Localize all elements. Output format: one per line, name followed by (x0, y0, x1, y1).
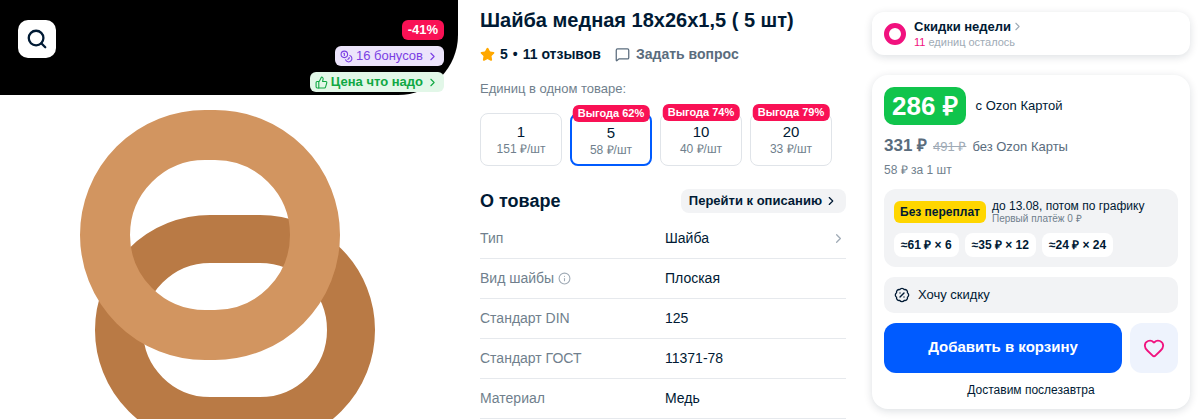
about-title: О товаре (480, 188, 560, 215)
product-image[interactable]: -41% 16 бонусов Цена что надо (0, 0, 458, 419)
regular-price-row: 331 ₽ 491 ₽ без Ozon Карты (884, 133, 1178, 159)
spec-label: Стандарт DIN (480, 308, 665, 329)
quantity-option[interactable]: 1151 ₽/шт (480, 113, 562, 166)
installment-plan[interactable]: ≈61 ₽ × 6 (894, 233, 959, 257)
quantity-option[interactable]: Выгода 62%558 ₽/шт (570, 113, 652, 166)
installment-text: до 13.08, потом по графику (992, 199, 1144, 213)
spec-row: Стандарт ГОСТ11371-78 (480, 339, 846, 379)
option-count: 5 (572, 124, 650, 142)
wish-discount[interactable]: Хочу скидку (884, 277, 1178, 313)
installment-badge: Без переплат (894, 201, 986, 223)
bonus-badge[interactable]: 16 бонусов (335, 46, 444, 66)
installment-box[interactable]: Без переплат до 13.08, потом по графикуПе… (884, 189, 1178, 267)
spec-value: Медь (665, 388, 846, 409)
spec-value: Плоская (665, 268, 846, 289)
quantity-option[interactable]: Выгода 74%1040 ₽/шт (660, 113, 742, 166)
about-header: О товаре Перейти к описанию (480, 188, 846, 215)
chevron-icon (824, 194, 838, 208)
promo-ring-icon (884, 23, 906, 45)
spec-list: ТипШайбаВид шайбыПлоскаяСтандарт DIN125С… (480, 219, 846, 419)
quantity-option[interactable]: Выгода 79%2033 ₽/шт (750, 113, 832, 166)
chevron-icon (426, 76, 439, 89)
spec-row[interactable]: ТипШайба (480, 219, 846, 259)
discount-icon (894, 287, 910, 303)
unit-price: 58 ₽ за 1 шт (884, 161, 1178, 179)
card-price-row: 286 ₽ с Ozon Картой (884, 87, 1178, 125)
product-info: Шайба медная 18x26x1,5 ( 5 шт) 5•11 отзыв… (480, 0, 846, 419)
image-search-button[interactable] (18, 20, 56, 58)
option-price: 33 ₽/шт (751, 141, 831, 157)
installment-plan[interactable]: ≈35 ₽ × 12 (965, 233, 1036, 257)
card-price-label: с Ozon Картой (976, 96, 1063, 116)
installment-plans: ≈61 ₽ × 6≈35 ₽ × 12≈24 ₽ × 24 (894, 233, 1168, 257)
benefit-badge: Выгода 79% (753, 104, 830, 121)
spec-value: Шайба (665, 228, 831, 249)
promo-caption: 11 единиц осталось (914, 35, 1024, 49)
chevron-icon (426, 50, 439, 63)
buy-panel: Скидки недели11 единиц осталось 286 ₽ с Oz… (872, 0, 1190, 419)
chevron-icon (831, 231, 846, 246)
spec-label: Вид шайбы (480, 268, 665, 289)
option-count: 1 (481, 123, 561, 141)
cart-row: Добавить в корзину (884, 323, 1178, 373)
promo-card[interactable]: Скидки недели11 единиц осталось (872, 12, 1190, 55)
spec-label: Тип (480, 228, 665, 249)
promo-count: 11 (914, 36, 925, 48)
description-link[interactable]: Перейти к описанию (681, 189, 846, 213)
rating[interactable]: 5•11 отзывов (480, 44, 601, 65)
option-price: 58 ₽/шт (572, 142, 650, 158)
question-icon (615, 47, 630, 62)
product-page: -41% 16 бонусов Цена что надо Шайба медная … (0, 0, 1200, 419)
spec-row: Вид шайбыПлоская (480, 259, 846, 299)
heart-icon (1143, 337, 1165, 359)
option-count: 10 (661, 123, 741, 141)
quantity-label: Единиц в одном товаре: (480, 79, 846, 99)
info-icon (558, 272, 571, 285)
add-to-cart-button[interactable]: Добавить в корзину (884, 323, 1122, 373)
rating-row: 5•11 отзывов Задать вопрос (480, 44, 846, 65)
promo-title: Скидки недели (914, 18, 1024, 35)
card-price: 286 ₽ (884, 87, 966, 125)
thumb-icon (315, 76, 328, 89)
quantity-options: 1151 ₽/штВыгода 62%558 ₽/штВыгода 74%104… (480, 113, 832, 166)
favorite-button[interactable] (1130, 323, 1178, 373)
no-card-label: без Ozon Карты (972, 137, 1068, 157)
benefit-badge: Выгода 74% (663, 104, 740, 121)
benefit-badge: Выгода 62% (573, 105, 650, 122)
coin-icon (340, 50, 353, 63)
price-card: 286 ₽ с Ozon Картой 331 ₽ 491 ₽ без Ozon Кар… (872, 75, 1190, 409)
spec-row: МатериалМедь (480, 379, 846, 419)
option-count: 20 (751, 123, 831, 141)
star-icon (480, 47, 495, 62)
spec-value: 11371-78 (665, 348, 846, 369)
washer-front (80, 110, 340, 360)
product-title: Шайба медная 18x26x1,5 ( 5 шт) (480, 6, 846, 34)
search-icon (26, 28, 48, 50)
installment-plan[interactable]: ≈24 ₽ × 24 (1042, 233, 1113, 257)
regular-price: 331 ₽ (884, 133, 927, 159)
old-price: 491 ₽ (933, 137, 966, 157)
price-tag-badge[interactable]: Цена что надо (310, 72, 444, 92)
ask-question[interactable]: Задать вопрос (615, 44, 739, 65)
discount-badge: -41% (402, 20, 444, 40)
option-price: 40 ₽/шт (661, 141, 741, 157)
spec-label: Материал (480, 388, 665, 409)
installment-first: Первый платёж 0 ₽ (992, 213, 1144, 225)
spec-row: Стандарт DIN125 (480, 299, 846, 339)
image-badges: -41% 16 бонусов Цена что надо (310, 20, 444, 92)
chevron-icon (1011, 20, 1024, 33)
option-price: 151 ₽/шт (481, 141, 561, 157)
delivery-text: Доставим послезавтра (884, 381, 1178, 399)
spec-value: 125 (665, 308, 846, 329)
spec-label: Стандарт ГОСТ (480, 348, 665, 369)
